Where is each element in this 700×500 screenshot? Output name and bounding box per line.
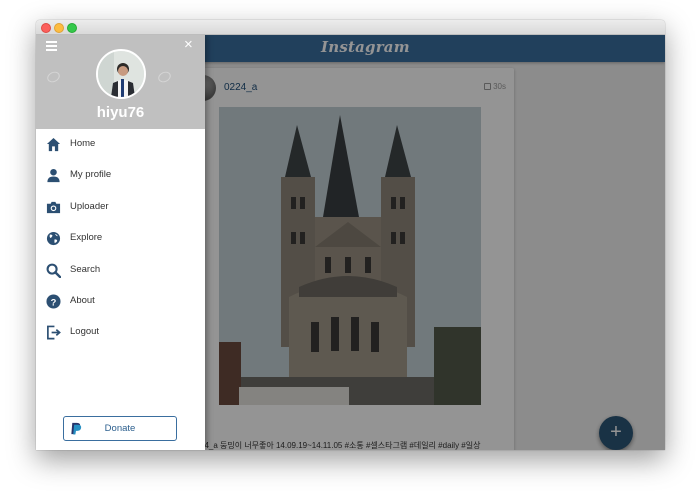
zoom-window-button[interactable] bbox=[67, 23, 77, 33]
menu-item-explore[interactable]: Explore bbox=[36, 223, 205, 254]
menu-item-label: Explore bbox=[70, 232, 103, 244]
donate-label: Donate bbox=[104, 423, 136, 434]
logout-icon bbox=[47, 325, 61, 340]
menu-item-label: My profile bbox=[70, 169, 112, 181]
drawer-header: × hiyu76 bbox=[36, 35, 205, 129]
avatar-image bbox=[98, 51, 144, 97]
donate-button[interactable]: Donate bbox=[63, 416, 177, 441]
camera-icon bbox=[46, 201, 61, 213]
menu-item-about[interactable]: ? About bbox=[36, 286, 205, 317]
menu-item-home[interactable]: Home bbox=[36, 129, 205, 160]
person-icon bbox=[47, 169, 60, 183]
window-titlebar bbox=[36, 20, 665, 35]
home-icon bbox=[46, 137, 61, 152]
menu-item-logout[interactable]: Logout bbox=[36, 317, 205, 348]
close-drawer-icon[interactable]: × bbox=[184, 37, 193, 52]
menu-item-label: Home bbox=[70, 138, 96, 149]
menu-item-label: Uploader bbox=[70, 200, 109, 212]
menu-item-search[interactable]: Search bbox=[36, 255, 205, 286]
help-icon: ? bbox=[46, 294, 61, 309]
navigation-drawer: × hiyu76 Home My profile Uploader Explor… bbox=[36, 35, 205, 450]
avatar[interactable] bbox=[96, 49, 146, 99]
menu-icon[interactable] bbox=[46, 41, 57, 53]
menu-item-label: Logout bbox=[70, 326, 100, 338]
search-icon bbox=[46, 263, 61, 278]
close-window-button[interactable] bbox=[41, 23, 51, 33]
drawer-menu: Home My profile Uploader Explore Search … bbox=[36, 129, 205, 349]
eye-icon bbox=[45, 69, 62, 85]
app-window: Instagram 0224_a 30s 24_a 둥밍이 너무좋아 14.09… bbox=[36, 20, 665, 450]
menu-item-label: About bbox=[70, 294, 95, 306]
globe-icon bbox=[46, 232, 61, 246]
minimize-window-button[interactable] bbox=[54, 23, 64, 33]
eye-icon bbox=[156, 69, 173, 85]
menu-item-uploader[interactable]: Uploader bbox=[36, 192, 205, 223]
drawer-username: hiyu76 bbox=[96, 104, 145, 121]
menu-item-label: Search bbox=[70, 263, 101, 275]
svg-text:?: ? bbox=[51, 297, 57, 307]
menu-item-my-profile[interactable]: My profile bbox=[36, 160, 205, 191]
